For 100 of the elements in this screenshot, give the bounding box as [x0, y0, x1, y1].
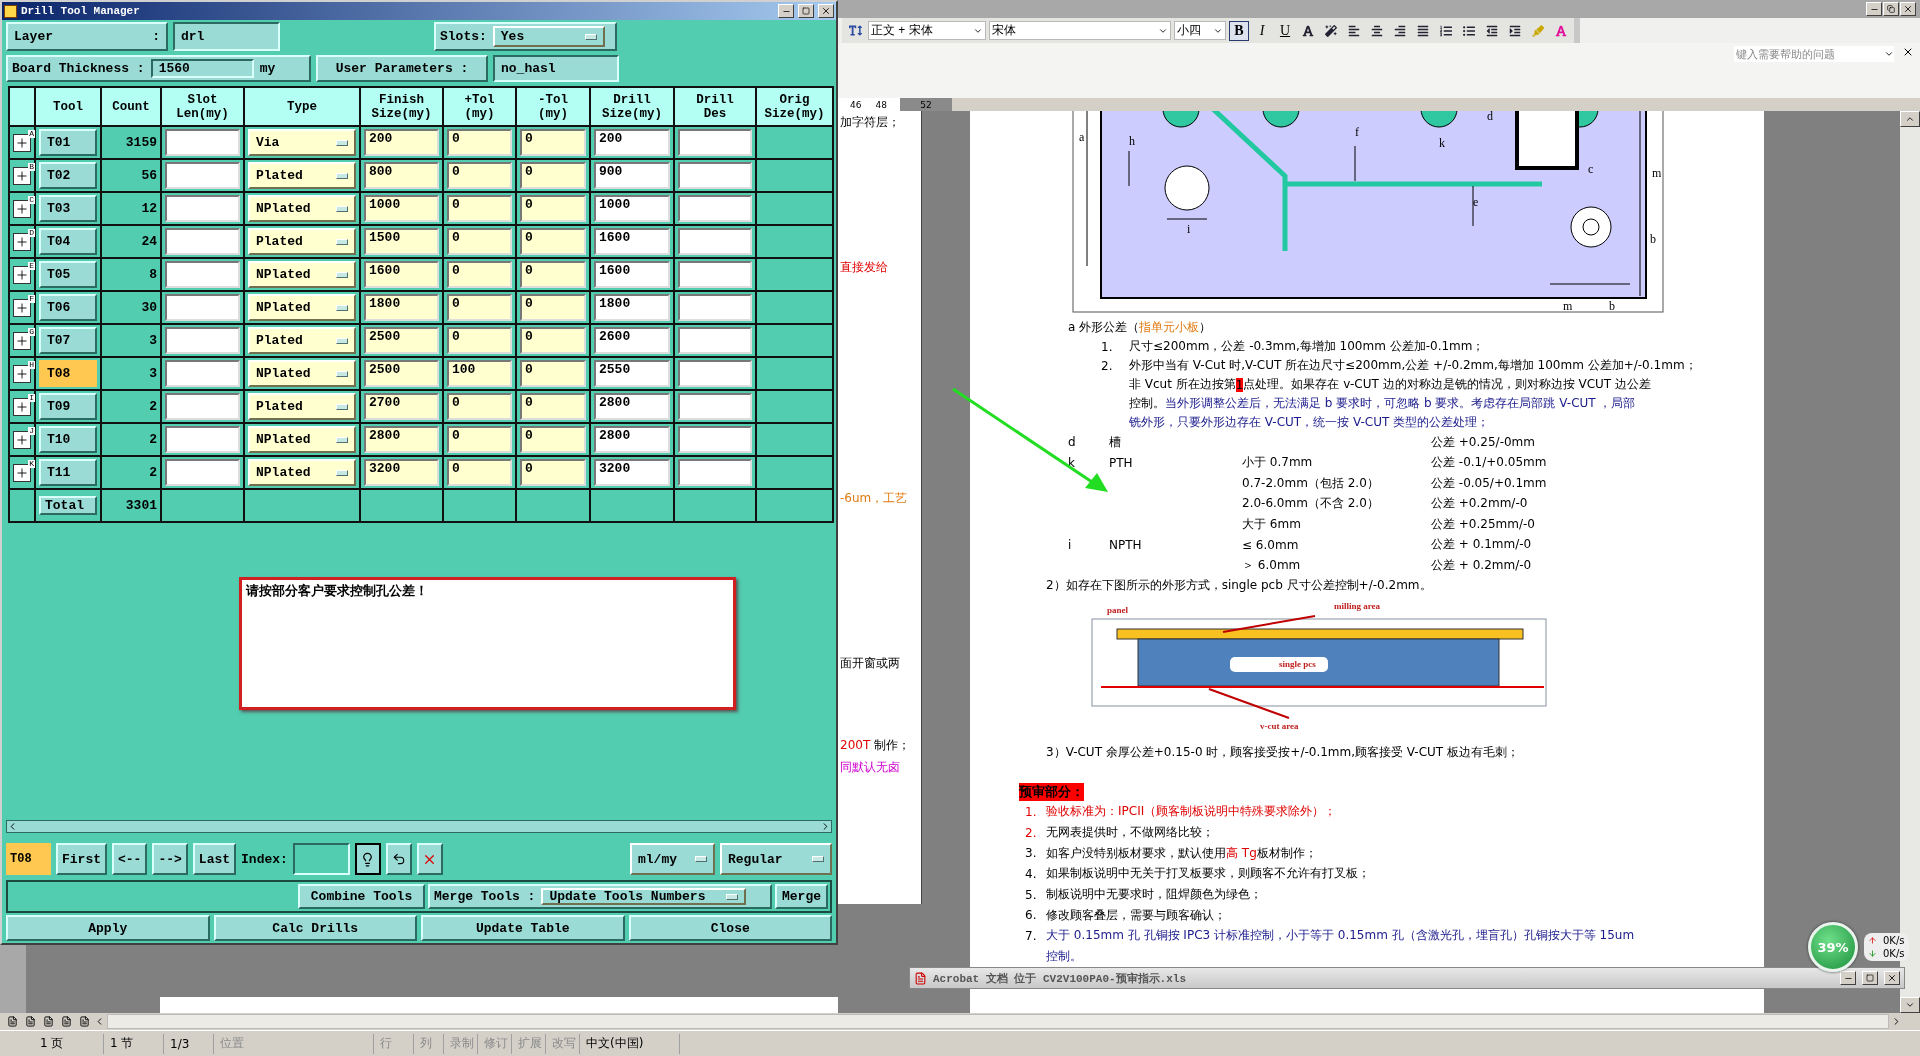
format-button[interactable]: I [1252, 20, 1272, 41]
lightbulb-button[interactable] [354, 843, 381, 875]
layer-field[interactable]: drl [173, 22, 280, 51]
input-field[interactable]: 0 [447, 261, 512, 288]
slots-dropdown[interactable]: Yes [492, 26, 605, 47]
minimize-button[interactable] [778, 4, 794, 18]
input-field[interactable]: 800 [364, 162, 439, 189]
type-dropdown[interactable]: NPlated [248, 426, 356, 453]
input-field[interactable]: 200 [364, 129, 439, 156]
input-field[interactable]: 1800 [594, 294, 670, 321]
input-field[interactable]: 1800 [364, 294, 439, 321]
user-parameters-button[interactable]: User Parameters : [316, 55, 488, 82]
taskbar-window[interactable]: Acrobat 文档 位于 CV2V100PA0-预审指示.xls [909, 967, 1905, 989]
minimize-button[interactable] [1840, 971, 1856, 985]
input-field[interactable]: 3200 [364, 459, 439, 486]
tool-button[interactable]: T01 [39, 129, 97, 156]
input-field[interactable]: 2550 [594, 360, 670, 387]
input-field[interactable]: 1600 [594, 228, 670, 255]
user-parameters-field[interactable]: no_hasl [493, 55, 619, 82]
input-field[interactable]: 0 [520, 327, 586, 354]
tool-button[interactable]: T02 [39, 162, 97, 189]
input-field[interactable]: 0 [520, 393, 586, 420]
input-field[interactable]: 2500 [364, 360, 439, 387]
font-select[interactable]: 宋体 [989, 21, 1171, 40]
close-button[interactable] [1884, 971, 1900, 985]
tool-button[interactable]: T09 [39, 393, 97, 420]
nav-button[interactable]: <-- [112, 843, 148, 875]
total-button[interactable]: Total [39, 496, 97, 515]
input-field[interactable]: 1500 [364, 228, 439, 255]
input-field[interactable]: 0 [520, 426, 586, 453]
type-dropdown[interactable]: Plated [248, 393, 356, 420]
style-select[interactable]: 正文 + 宋体 [868, 21, 986, 40]
type-dropdown[interactable]: NPlated [248, 294, 356, 321]
type-dropdown[interactable]: NPlated [248, 459, 356, 486]
input-field[interactable]: 0 [447, 162, 512, 189]
tool-button[interactable]: T06 [39, 294, 97, 321]
type-dropdown[interactable]: NPlated [248, 261, 356, 288]
scroll-up-button[interactable] [1900, 111, 1920, 127]
nav-button[interactable]: Last [192, 843, 237, 875]
maximize-button[interactable] [1862, 971, 1878, 985]
input-field[interactable]: 0 [520, 129, 586, 156]
type-dropdown[interactable]: Plated [248, 162, 356, 189]
layer-button[interactable]: Layer : [6, 22, 168, 51]
merge-mode-dropdown[interactable]: Update Tools Numbers [541, 888, 747, 905]
input-field[interactable]: 2700 [364, 393, 439, 420]
unit-dropdown[interactable]: ml/my [630, 843, 715, 875]
curved-arrow-button[interactable] [385, 843, 412, 875]
input-field[interactable]: 2800 [594, 426, 670, 453]
input-field[interactable]: 0 [520, 360, 586, 387]
input-field[interactable]: 2600 [594, 327, 670, 354]
tool-button[interactable]: T04 [39, 228, 97, 255]
input-field[interactable]: 3200 [594, 459, 670, 486]
type-dropdown[interactable]: NPlated [248, 195, 356, 222]
tool-button[interactable]: T10 [39, 426, 97, 453]
restore-button[interactable] [1883, 2, 1899, 16]
input-field[interactable]: 0 [520, 162, 586, 189]
input-field[interactable]: 1600 [594, 261, 670, 288]
input-field[interactable]: 0 [520, 261, 586, 288]
delete-button[interactable] [416, 843, 443, 875]
type-dropdown[interactable]: Via [248, 129, 356, 156]
format-button[interactable]: U [1275, 20, 1295, 41]
scroll-down-button[interactable] [1900, 997, 1920, 1013]
mode-dropdown[interactable]: Regular [720, 843, 832, 875]
thickness-field[interactable]: 1560 [150, 59, 254, 78]
type-dropdown[interactable]: NPlated [248, 360, 356, 387]
size-select[interactable]: 小四 [1174, 21, 1226, 40]
input-field[interactable]: 0 [447, 228, 512, 255]
horizontal-scrollbar[interactable] [6, 820, 832, 833]
input-field[interactable]: 0 [447, 426, 512, 453]
input-field[interactable]: 0 [447, 459, 512, 486]
input-field[interactable]: 0 [447, 294, 512, 321]
tool-button[interactable]: T05 [39, 261, 97, 288]
input-field[interactable]: 900 [594, 162, 670, 189]
horizontal-scrollbar[interactable] [107, 1014, 1889, 1029]
close-button[interactable] [818, 4, 834, 18]
input-field[interactable]: 2500 [364, 327, 439, 354]
type-dropdown[interactable]: Plated [248, 228, 356, 255]
input-field[interactable]: 1600 [364, 261, 439, 288]
close-icon[interactable] [1902, 46, 1914, 58]
input-field[interactable]: 0 [447, 195, 512, 222]
input-field[interactable]: 2800 [364, 426, 439, 453]
input-field[interactable]: 0 [520, 459, 586, 486]
tool-button[interactable]: T08 [39, 360, 97, 387]
action-button[interactable]: Close [628, 915, 832, 941]
input-field[interactable]: 0 [447, 129, 512, 156]
minimize-button[interactable] [1866, 2, 1882, 16]
action-button[interactable]: Update Table [421, 915, 625, 941]
input-field[interactable]: 0 [520, 294, 586, 321]
action-button[interactable]: Apply [6, 915, 210, 941]
format-button[interactable]: B [1229, 20, 1249, 41]
combine-tools-button[interactable]: Combine Tools [298, 884, 425, 909]
input-field[interactable]: 1000 [364, 195, 439, 222]
tool-button[interactable]: T03 [39, 195, 97, 222]
input-field[interactable]: 0 [447, 327, 512, 354]
input-field[interactable]: 0 [447, 393, 512, 420]
type-dropdown[interactable]: Plated [248, 327, 356, 354]
merge-button[interactable]: Merge [775, 884, 828, 909]
nav-button[interactable]: --> [152, 843, 188, 875]
nav-button[interactable]: First [56, 843, 107, 875]
input-field[interactable]: 200 [594, 129, 670, 156]
